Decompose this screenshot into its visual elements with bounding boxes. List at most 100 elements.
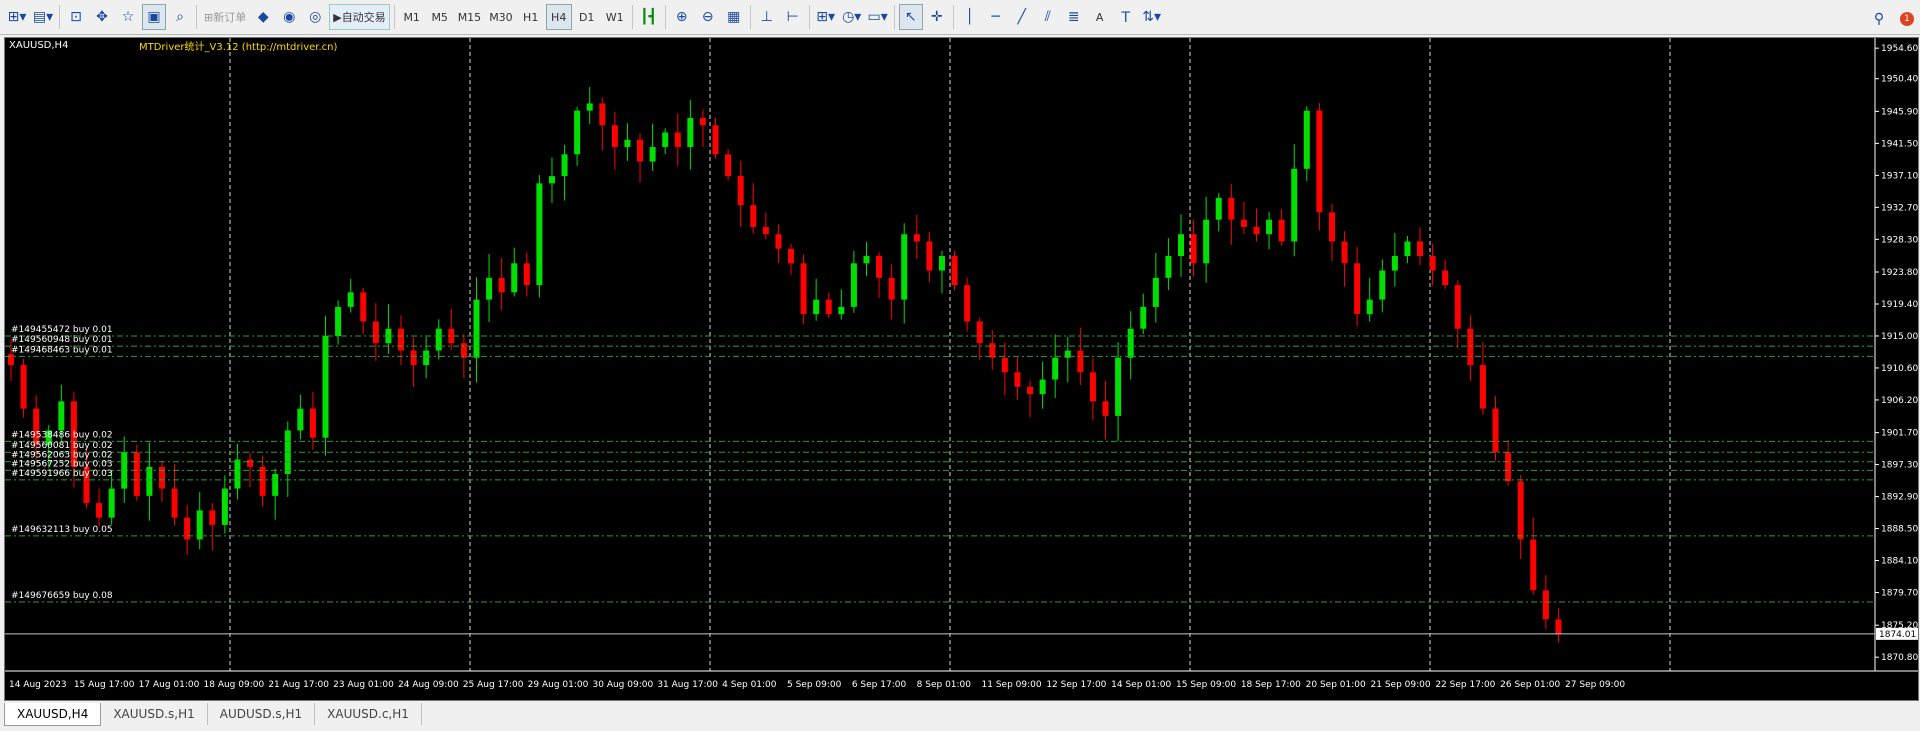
signals-icon[interactable]: ◉	[277, 4, 301, 30]
candle-body	[133, 452, 140, 496]
candle-body	[259, 466, 266, 496]
order-label: #149538486 buy 0.02	[11, 430, 113, 440]
timeframe-h1[interactable]: H1	[518, 4, 544, 30]
text-label-icon[interactable]: Ｔ	[1114, 4, 1138, 30]
metaeditor-icon[interactable]: ◆	[251, 4, 275, 30]
timeframe-d1[interactable]: D1	[574, 4, 600, 30]
candle-body	[247, 459, 254, 467]
candle-body	[699, 117, 706, 126]
data-window-icon[interactable]: ✥	[90, 4, 114, 30]
candle-body	[309, 408, 316, 438]
timeframe-w1[interactable]: W1	[602, 4, 628, 30]
order-label: #149560948 buy 0.01	[11, 335, 113, 345]
time-tick-label: 24 Aug 09:00	[398, 680, 459, 690]
candle-body	[561, 154, 568, 177]
candle-body	[888, 277, 895, 300]
price-tick-label: 1897.30	[1881, 461, 1918, 471]
time-tick-label: 23 Aug 01:00	[333, 680, 394, 690]
candle-body	[712, 125, 719, 155]
time-tick-label: 12 Sep 17:00	[1046, 680, 1106, 690]
tab-audusd-s-h1[interactable]: AUDUSD.s,H1	[208, 703, 316, 725]
price-tick-label: 1870.80	[1881, 653, 1918, 663]
time-tick-label: 26 Sep 01:00	[1500, 680, 1560, 690]
strategy-tester-icon[interactable]: ⌕	[168, 4, 192, 30]
tab-xauusd-c-h1[interactable]: XAUUSD.c,H1	[315, 703, 422, 725]
price-tick-label: 1937.10	[1881, 171, 1918, 181]
toolbar-separator	[808, 5, 810, 29]
market-watch-icon[interactable]: ⊡	[64, 4, 88, 30]
time-tick-label: 21 Aug 17:00	[268, 680, 329, 690]
search-icon[interactable]: ⚲	[1867, 6, 1891, 32]
candle-body	[1479, 365, 1486, 409]
indicator-label: MTDriver统计_V3.12 (http://mtdriver.cn)	[139, 42, 338, 53]
tile-windows-icon[interactable]: ▦	[722, 4, 746, 30]
trendline-icon[interactable]: ╱	[1010, 4, 1034, 30]
candle-body	[813, 299, 820, 315]
candle-body	[1341, 241, 1348, 264]
candle-body	[800, 263, 807, 315]
chart-canvas[interactable]: 1954.60 1950.40 1945.90 1941.50 1937.10 1932.…	[5, 38, 1918, 700]
arrows-icon[interactable]: ⇅▾	[1140, 4, 1164, 30]
toolbar-separator	[952, 5, 954, 29]
auto-trading-button[interactable]: ▶ 自动交易	[329, 4, 390, 30]
cursor-icon[interactable]: ↖	[898, 4, 923, 30]
candle-body	[1001, 357, 1008, 373]
toolbar-separator	[59, 5, 60, 29]
timeframe-m30[interactable]: M30	[486, 4, 516, 30]
new-chart-icon[interactable]: ⊞▾	[5, 4, 29, 30]
notification-badge[interactable]: 1	[1900, 12, 1914, 26]
price-tick-label: 1954.60	[1881, 44, 1918, 54]
indicators-icon[interactable]: ⊞▾	[814, 4, 838, 30]
candle-body	[876, 256, 883, 278]
timeframe-h4[interactable]: H4	[545, 4, 572, 30]
candle-body	[1127, 328, 1134, 358]
templates-icon[interactable]: ▭▾	[866, 4, 890, 30]
fibonacci-icon[interactable]: ≣	[1062, 4, 1086, 30]
terminal-icon[interactable]: ▣	[142, 4, 166, 30]
candle-body	[360, 292, 367, 322]
candle-body	[951, 256, 958, 286]
new-order-button[interactable]: ⊞ 新订单	[201, 4, 249, 30]
price-chart[interactable]: 1954.60 1950.40 1945.90 1941.50 1937.10 1932.…	[4, 37, 1919, 701]
price-tick-label: 1906.20	[1881, 396, 1918, 406]
timeframe-m5[interactable]: M5	[427, 4, 453, 30]
new-order-label: 新订单	[213, 11, 247, 24]
periods-clock-icon[interactable]: ◷▾	[840, 4, 864, 30]
price-tick-label: 1928.30	[1881, 235, 1918, 245]
candle-body	[1505, 452, 1512, 482]
candle-body	[964, 285, 971, 322]
candle-body	[1316, 110, 1323, 213]
candle-body	[1102, 401, 1109, 416]
crosshair-icon[interactable]: ✛	[925, 4, 949, 30]
market-icon[interactable]: ◎	[303, 4, 327, 30]
time-tick-label: 5 Sep 09:00	[787, 680, 842, 690]
order-label: #149591966 buy 0.03	[11, 469, 113, 479]
text-tool-button[interactable]: A	[1088, 4, 1112, 30]
navigator-icon[interactable]: ☆	[116, 4, 140, 30]
zoom-out-icon[interactable]: ⊖	[696, 4, 720, 30]
chart-shift-icon[interactable]: ⊢	[781, 4, 805, 30]
timeframe-m15[interactable]: M15	[455, 4, 485, 30]
bar-chart-icon[interactable]: ┃┫	[637, 4, 661, 30]
tab-xauusd-s-h1[interactable]: XAUUSD.s,H1	[101, 703, 208, 725]
channel-icon[interactable]: ⫽	[1036, 4, 1060, 30]
candle-body	[1328, 212, 1335, 242]
candle-body	[435, 328, 442, 351]
tab-xauusd-h4[interactable]: XAUUSD,H4	[4, 703, 102, 726]
candle-body	[624, 139, 631, 148]
timeframe-m1[interactable]: M1	[399, 4, 425, 30]
toolbar-separator	[893, 5, 895, 29]
vertical-line-icon[interactable]: │	[958, 4, 982, 30]
candle-body	[611, 125, 618, 148]
candle-body	[1240, 219, 1247, 227]
candle-body	[762, 226, 769, 235]
price-tick-label: 1884.10	[1881, 557, 1918, 567]
auto-scroll-icon[interactable]: ⊥	[755, 4, 779, 30]
horizontal-line-icon[interactable]: ─	[984, 4, 1008, 30]
candle-body	[901, 234, 908, 300]
candle-body	[662, 132, 669, 148]
profiles-icon[interactable]: ▤▾	[31, 4, 55, 30]
time-tick-label: 4 Sep 01:00	[722, 680, 777, 690]
zoom-in-icon[interactable]: ⊕	[670, 4, 694, 30]
time-tick-label: 15 Sep 09:00	[1176, 680, 1236, 690]
